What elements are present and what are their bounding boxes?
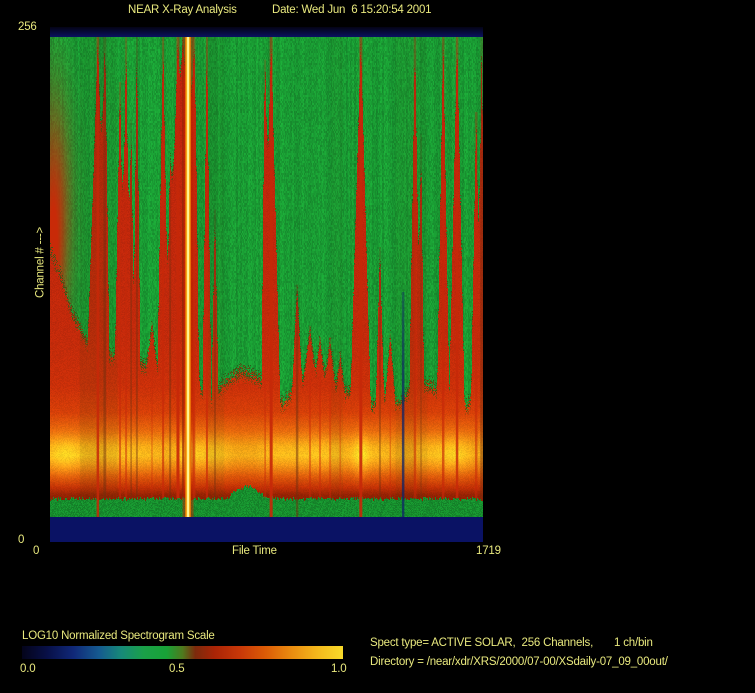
directory-label: Directory = /near/xdr/XRS/2000/07-00/XSd… [370,656,668,668]
x-axis-max-label: 1719 [476,545,501,557]
spectrogram-heatmap [50,27,483,542]
y-axis-max-label: 256 [18,21,37,33]
spect-type-label: Spect type= ACTIVE SOLAR, 256 Channels, … [370,637,653,649]
colorbar-title: LOG10 Normalized Spectrogram Scale [22,630,215,642]
y-axis-min-label: 0 [18,534,25,546]
colorbar-tick-min: 0.0 [20,663,36,675]
colorbar-tick-max: 1.0 [331,663,347,675]
x-axis-title: File Time [232,545,277,557]
y-axis-title: Channel # ---> [34,226,47,299]
date-label: Date: Wed Jun 6 15:20:54 2001 [272,4,432,16]
page-title: NEAR X-Ray Analysis [128,4,237,16]
colorbar-tick-mid: 0.5 [169,663,185,675]
colorbar-gradient [22,646,343,659]
x-axis-min-label: 0 [33,545,40,557]
